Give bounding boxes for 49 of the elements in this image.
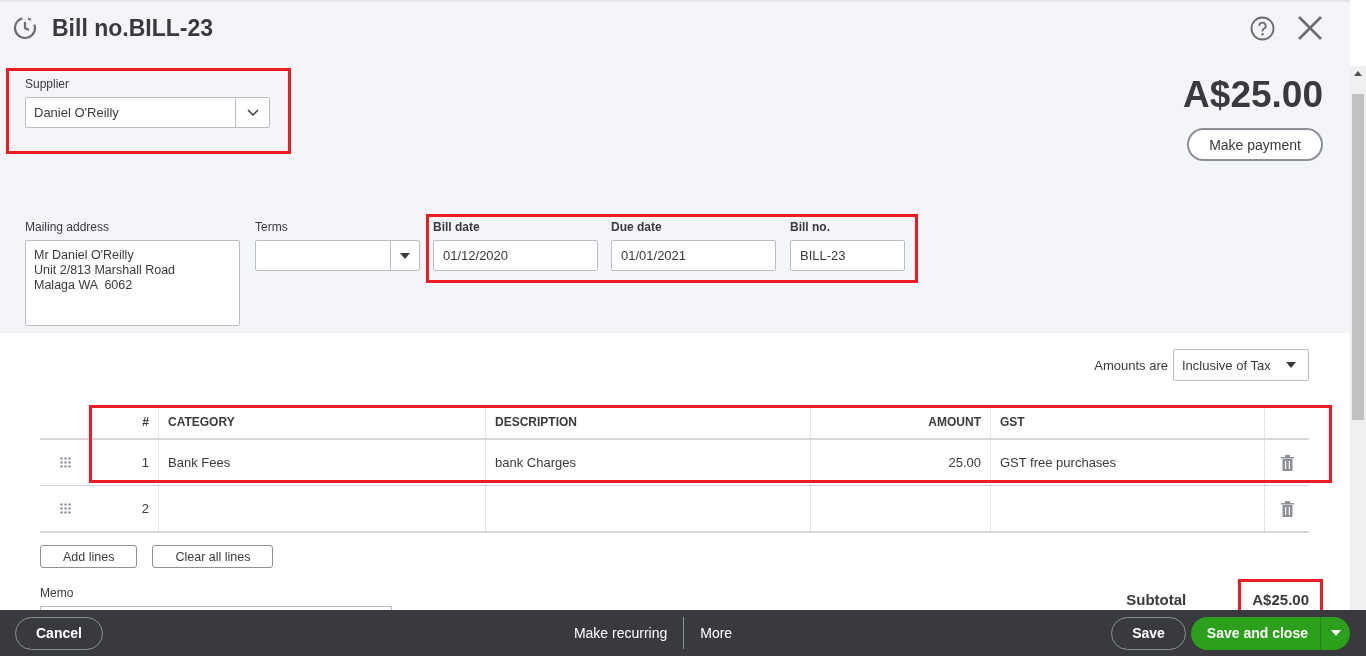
column-header: CATEGORY [158,405,485,438]
mailing-address-field[interactable]: Mr Daniel O'Reilly Unit 2/813 Marshall Road Malaga WA 6062 [25,240,240,326]
table-cell-text: 1 [140,454,150,472]
help-icon[interactable] [1250,15,1275,41]
field-label: Bill date [433,220,480,234]
subtotal-label: Subtotal [1126,591,1187,608]
recent-history-icon[interactable] [12,15,38,41]
memo-label: Memo [40,586,75,600]
footer-link[interactable]: More [683,617,749,649]
caret-down-icon [400,252,410,259]
scroll-up-arrow-icon[interactable] [1354,71,1362,76]
column-header: AMOUNT [810,405,990,438]
mailing-address-label: Mailing address [25,220,111,234]
field-label: Due date [611,220,662,234]
caret-down-icon [1286,362,1296,368]
close-icon[interactable] [1297,15,1323,41]
field-label: Bill no. [790,220,830,234]
balance-amount: A$25.00 [1183,74,1323,116]
drag-handle-icon[interactable] [59,503,71,514]
input-field[interactable]: 01/01/2021 [611,240,776,271]
table-cell: GST free purchases [990,440,1264,485]
trash-icon[interactable] [1280,500,1294,517]
table-cell: Bank Fees [158,440,485,485]
amounts-are-label: Amounts are [1094,357,1168,373]
footer-link[interactable]: Make recurring [557,617,684,649]
terms-label: Terms [255,220,289,234]
column-header: GST [990,405,1264,438]
caret-down-icon [1330,630,1341,636]
column-header: # [141,413,150,431]
make-payment-button[interactable]: Make payment [1187,128,1323,161]
input-field[interactable]: BILL-23 [790,240,905,271]
scrollbar[interactable] [1350,66,1366,610]
subtotal-value: A$25.00 [1252,591,1309,608]
line-action-button[interactable]: Add lines [40,545,138,568]
supplier-dropdown[interactable]: Daniel O'Reilly [25,97,270,128]
table-cell-text: 2 [140,500,150,518]
column-header: DESCRIPTION [485,405,810,438]
input-field[interactable]: 01/12/2020 [433,240,598,271]
line-action-button[interactable]: Clear all lines [152,545,274,568]
drag-handle-icon[interactable] [59,457,71,468]
chevron-down-icon [246,108,259,117]
terms-dropdown[interactable] [255,240,420,271]
tax-mode-dropdown[interactable]: Inclusive of Tax [1173,349,1309,381]
trash-icon[interactable] [1280,454,1294,471]
bill-title: Bill no.BILL-23 [52,14,213,42]
save-options-button[interactable] [1320,616,1350,650]
supplier-label: Supplier [25,77,70,91]
table-cell: bank Charges [485,440,810,485]
table-cell: 25.00 [810,440,990,485]
